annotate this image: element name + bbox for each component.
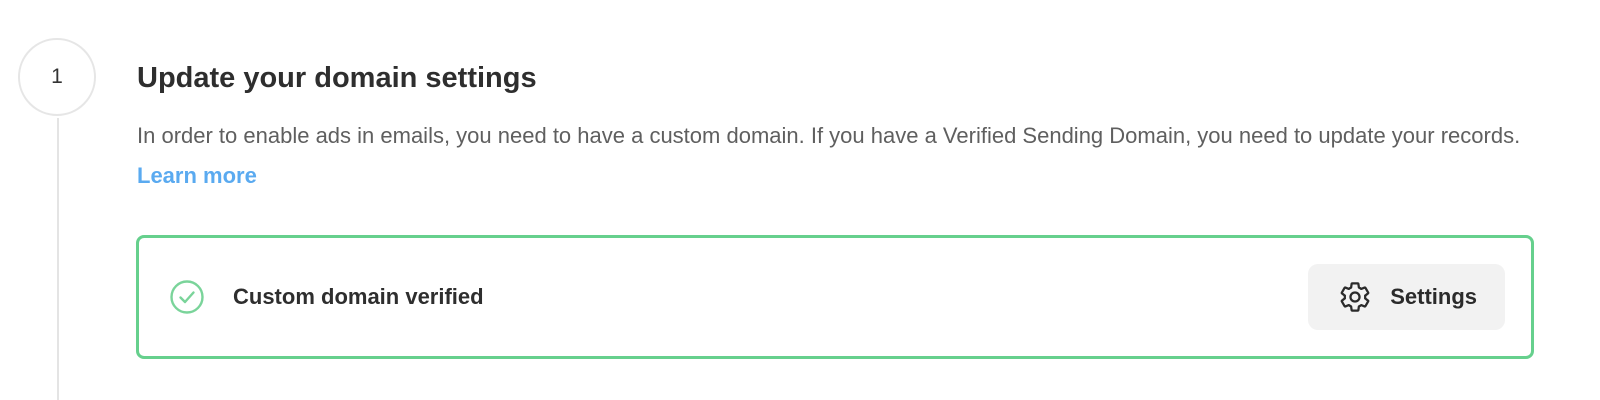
step-description-text: In order to enable ads in emails, you ne…	[137, 123, 1521, 148]
page: 1 Update your domain settings In order t…	[0, 0, 1600, 400]
step-title: Update your domain settings	[137, 62, 537, 94]
step-number: 1	[51, 65, 63, 88]
check-circle-icon	[169, 279, 205, 315]
status-row: Custom domain verified	[169, 279, 484, 315]
step-number-badge: 1	[18, 38, 96, 116]
gear-icon	[1338, 280, 1372, 314]
learn-more-link[interactable]: Learn more	[137, 163, 257, 188]
step-content: Update your domain settings In order to …	[137, 58, 1537, 196]
timeline-line	[57, 118, 59, 400]
status-text: Custom domain verified	[233, 284, 484, 309]
settings-button[interactable]: Settings	[1308, 264, 1505, 330]
domain-status-card: Custom domain verified Settings	[136, 235, 1534, 359]
step-description: In order to enable ads in emails, you ne…	[137, 116, 1537, 196]
settings-button-label: Settings	[1390, 284, 1477, 309]
